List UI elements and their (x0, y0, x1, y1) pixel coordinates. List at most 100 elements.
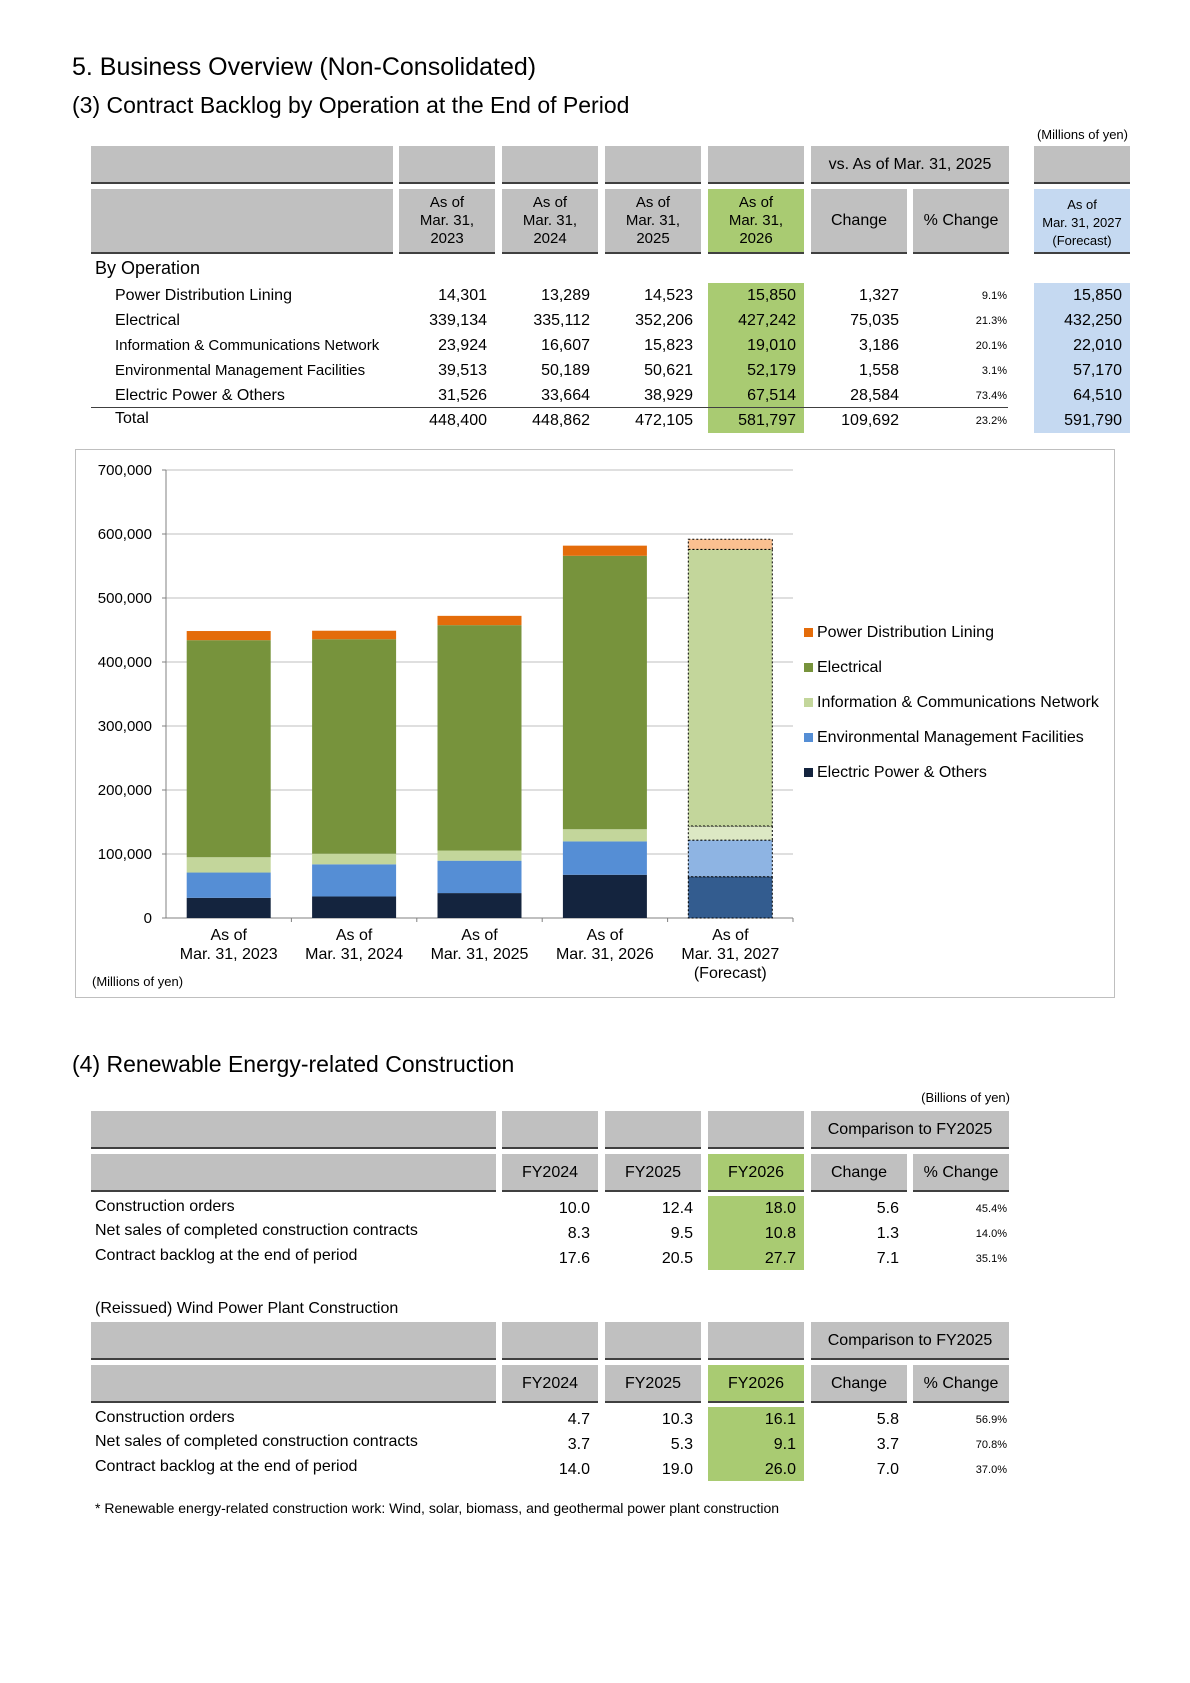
legend-swatch (804, 768, 813, 777)
row-change: 7.1 (876, 1250, 899, 1267)
row-value: 67,514 (747, 387, 796, 404)
row-value: 15,823 (644, 337, 693, 354)
row-value: 3.7 (567, 1436, 590, 1453)
total-value: 472,105 (635, 412, 693, 429)
x-tick-label: (Forecast) (694, 965, 767, 982)
x-tick-label: As of (712, 927, 749, 944)
row-change: 3.7 (876, 1436, 899, 1453)
legend-swatch (804, 733, 813, 742)
renewable-col-header: FY2024 (502, 1154, 598, 1192)
row-change: 5.8 (876, 1411, 899, 1428)
bar-segment (687, 876, 773, 919)
total-value: 448,862 (532, 412, 590, 429)
row-value: 335,112 (533, 312, 590, 329)
backlog-header-blank (1034, 146, 1130, 184)
row-value: 13,289 (541, 287, 590, 304)
row-label: Electric Power & Others (115, 387, 285, 404)
y-tick-label: 400,000 (98, 654, 152, 671)
x-tick-label: Mar. 31, 2024 (305, 946, 403, 963)
group-label: By Operation (95, 258, 201, 278)
row-value: 16,607 (541, 337, 590, 354)
row-value: 20.5 (661, 1250, 693, 1267)
bar-segment (687, 839, 773, 878)
row-value: 27.7 (764, 1250, 796, 1267)
backlog-forecast-header: As of Mar. 31, 2027 (Forecast) (1034, 189, 1130, 254)
renewable-header-label-cell (91, 1154, 496, 1192)
row-value: 339,134 (429, 312, 487, 329)
wind-header-blank (605, 1322, 701, 1360)
row-value: 17.6 (558, 1250, 590, 1267)
bar-segment (312, 853, 397, 865)
backlog-header-blank (91, 146, 393, 184)
row-value: 10.8 (764, 1225, 796, 1242)
row-pct: 37.0% (975, 1464, 1007, 1476)
renewable-compare-header: Comparison to FY2025 (811, 1111, 1009, 1149)
row-label: Net sales of completed construction cont… (95, 1433, 418, 1450)
renewable-header-blank (91, 1111, 496, 1149)
row-value: 8.3 (567, 1225, 590, 1242)
y-tick-label: 700,000 (98, 462, 152, 479)
row-value: 14.0 (558, 1461, 590, 1478)
backlog-chart: 0 100,000 200,000 300,000 400,000 500,000 600,… (75, 449, 1115, 998)
row-change: 3,186 (858, 337, 899, 354)
bar-segment (312, 639, 397, 854)
bar-segment (437, 615, 522, 626)
row-label: Contract backlog at the end of period (95, 1458, 358, 1475)
y-tick-label: 600,000 (98, 526, 152, 543)
row-change: 5.6 (876, 1200, 899, 1217)
row-pct: 56.9% (975, 1414, 1007, 1426)
bar-segment (687, 538, 773, 550)
renewable-change-header: Change (811, 1154, 907, 1192)
row-pct: 3.1% (981, 365, 1007, 377)
row-value: 10.3 (661, 1411, 693, 1428)
total-change: 109,692 (841, 412, 899, 429)
row-label: Net sales of completed construction cont… (95, 1222, 418, 1239)
renewable-col-header: FY2025 (605, 1154, 701, 1192)
row-value: 10.0 (558, 1200, 590, 1217)
row-label: Contract backlog at the end of period (95, 1247, 358, 1264)
row-value: 4.7 (567, 1411, 590, 1428)
x-tick-label: Mar. 31, 2026 (556, 946, 654, 963)
row-value: 33,664 (541, 387, 590, 404)
row-value: 39,513 (438, 362, 487, 379)
row-forecast: 15,850 (1073, 287, 1122, 304)
backlog-col-header: As of Mar. 31, 2025 (605, 189, 701, 254)
row-value: 18.0 (764, 1200, 796, 1217)
backlog-header-label-cell (91, 189, 393, 254)
row-pct: 70.8% (975, 1439, 1007, 1451)
row-change: 28,584 (850, 387, 899, 404)
backlog-compare-header: vs. As of Mar. 31, 2025 (811, 146, 1009, 184)
wind-pct-header: % Change (913, 1365, 1009, 1403)
footnote: * Renewable energy-related construction … (95, 1500, 780, 1516)
row-change: 75,035 (850, 312, 899, 329)
legend-swatch (804, 628, 813, 637)
wind-header-label-cell (91, 1365, 496, 1403)
total-divider (91, 407, 1008, 408)
row-value: 19.0 (661, 1461, 693, 1478)
x-tick-label: As of (210, 927, 247, 944)
row-change: 7.0 (876, 1461, 899, 1478)
row-forecast: 432,250 (1064, 312, 1122, 329)
row-pct: 45.4% (975, 1203, 1007, 1215)
bar-segment (562, 874, 647, 918)
bar-segment (437, 860, 522, 894)
bar-segment (562, 841, 647, 875)
row-label: Construction orders (95, 1198, 235, 1215)
row-forecast: 57,170 (1073, 362, 1122, 379)
renewable-header-blank (502, 1111, 598, 1149)
y-tick-label: 500,000 (98, 590, 152, 607)
row-value: 19,010 (747, 337, 796, 354)
renewable-pct-header: % Change (913, 1154, 1009, 1192)
bar-segment (437, 850, 522, 861)
backlog-header-blank (605, 146, 701, 184)
total-forecast: 591,790 (1064, 412, 1122, 429)
backlog-chart-svg: 0 100,000 200,000 300,000 400,000 500,000 600,… (92, 462, 1100, 989)
wind-col-header-current: FY2026 (708, 1365, 804, 1403)
bar-segment (687, 825, 773, 841)
backlog-title: (3) Contract Backlog by Operation at the… (72, 92, 630, 118)
row-change: 1.3 (876, 1225, 899, 1242)
bar-segment (186, 640, 271, 858)
x-tick-label: As of (587, 927, 624, 944)
row-pct: 73.4% (975, 390, 1007, 402)
backlog-header-blank (399, 146, 495, 184)
